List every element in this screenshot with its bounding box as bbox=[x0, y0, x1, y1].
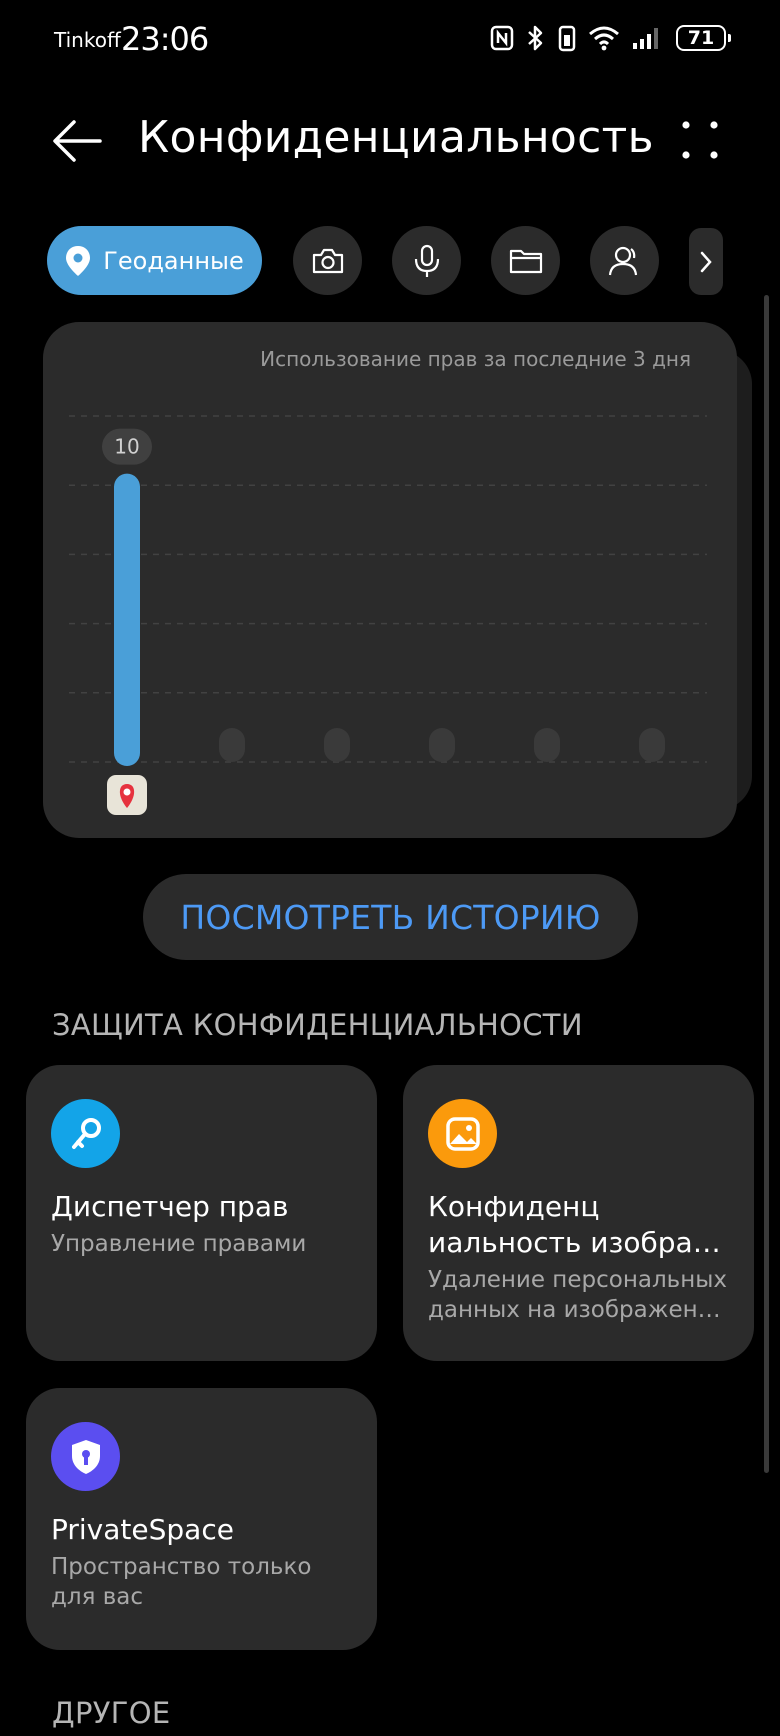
tile-private-space[interactable]: PrivateSpace Пространство только для вас bbox=[26, 1388, 377, 1650]
tile-subtitle-line1: Пространство только bbox=[51, 1554, 312, 1580]
status-time: 23:06 bbox=[121, 20, 209, 58]
tile-title: Диспетчер прав bbox=[51, 1190, 289, 1223]
arrow-left-icon bbox=[53, 120, 102, 162]
image-icon bbox=[428, 1099, 497, 1168]
nfc-icon bbox=[490, 25, 514, 51]
more-dots-icon bbox=[682, 121, 718, 159]
tile-subtitle-line1: Удаление персональных bbox=[428, 1267, 728, 1293]
chip-location[interactable]: Геоданные bbox=[47, 226, 262, 295]
bar-empty bbox=[639, 728, 665, 762]
page-title: Конфиденциальность bbox=[138, 112, 654, 163]
shield-lock-icon bbox=[51, 1422, 120, 1491]
folder-icon bbox=[509, 249, 542, 273]
tile-title: PrivateSpace bbox=[51, 1513, 234, 1546]
section-title-protection: ЗАЩИТА КОНФИДЕНЦИАЛЬНОСТИ bbox=[52, 1008, 583, 1042]
maps-pin-dot bbox=[123, 788, 131, 796]
chips-scroll-right-button[interactable] bbox=[689, 228, 723, 295]
tile-title-line2: иальность изобра… bbox=[428, 1226, 721, 1259]
usage-caption: Использование прав за последние 3 дня bbox=[260, 347, 691, 371]
status-icons: 71 bbox=[490, 24, 731, 52]
battery-level: 71 bbox=[687, 27, 715, 49]
view-history-button[interactable]: ПОСМОТРЕТЬ ИСТОРИЮ bbox=[143, 874, 638, 960]
tile-image-privacy[interactable]: Конфиденц иальность изобра… Удаление пер… bbox=[403, 1065, 754, 1361]
contacts-icon bbox=[608, 246, 637, 275]
tile-subtitle: Управление правами bbox=[51, 1231, 307, 1257]
wifi-icon bbox=[589, 26, 619, 51]
section-title-other: ДРУГОЕ bbox=[52, 1696, 171, 1730]
bar-value-label: 10 bbox=[114, 435, 139, 459]
vibrate-icon bbox=[558, 25, 576, 52]
chevron-right-icon bbox=[700, 251, 712, 272]
tile-permission-manager[interactable]: Диспетчер прав Управление правами bbox=[26, 1065, 377, 1361]
tile-subtitle-line2: данных на изображен… bbox=[428, 1297, 721, 1323]
chip-camera[interactable] bbox=[293, 226, 362, 295]
scrollbar[interactable] bbox=[764, 295, 769, 1473]
carrier-name: Tinkoff bbox=[54, 28, 121, 52]
back-button[interactable] bbox=[52, 118, 102, 164]
key-icon bbox=[51, 1099, 120, 1168]
microphone-icon bbox=[414, 244, 439, 277]
usage-card[interactable]: 10 Использование прав за последние 3 дня bbox=[43, 322, 737, 838]
more-options-button[interactable] bbox=[680, 118, 720, 162]
bar-empty bbox=[324, 728, 350, 762]
bar-empty bbox=[429, 728, 455, 762]
camera-icon bbox=[312, 248, 343, 273]
battery-icon: 71 bbox=[676, 25, 731, 51]
chip-microphone[interactable] bbox=[392, 226, 461, 295]
bluetooth-icon bbox=[528, 25, 543, 51]
bar bbox=[114, 473, 140, 766]
bar-empty bbox=[219, 728, 245, 762]
location-icon bbox=[66, 245, 91, 276]
tile-subtitle-line2: для вас bbox=[51, 1584, 144, 1610]
tile-title-line1: Конфиденц bbox=[428, 1190, 600, 1223]
usage-chart: 10 bbox=[69, 415, 707, 815]
chip-location-label: Геоданные bbox=[103, 246, 244, 275]
bar-empty bbox=[534, 728, 560, 762]
chip-contacts[interactable] bbox=[590, 226, 659, 295]
chip-files[interactable] bbox=[491, 226, 560, 295]
signal-icon bbox=[633, 28, 658, 49]
